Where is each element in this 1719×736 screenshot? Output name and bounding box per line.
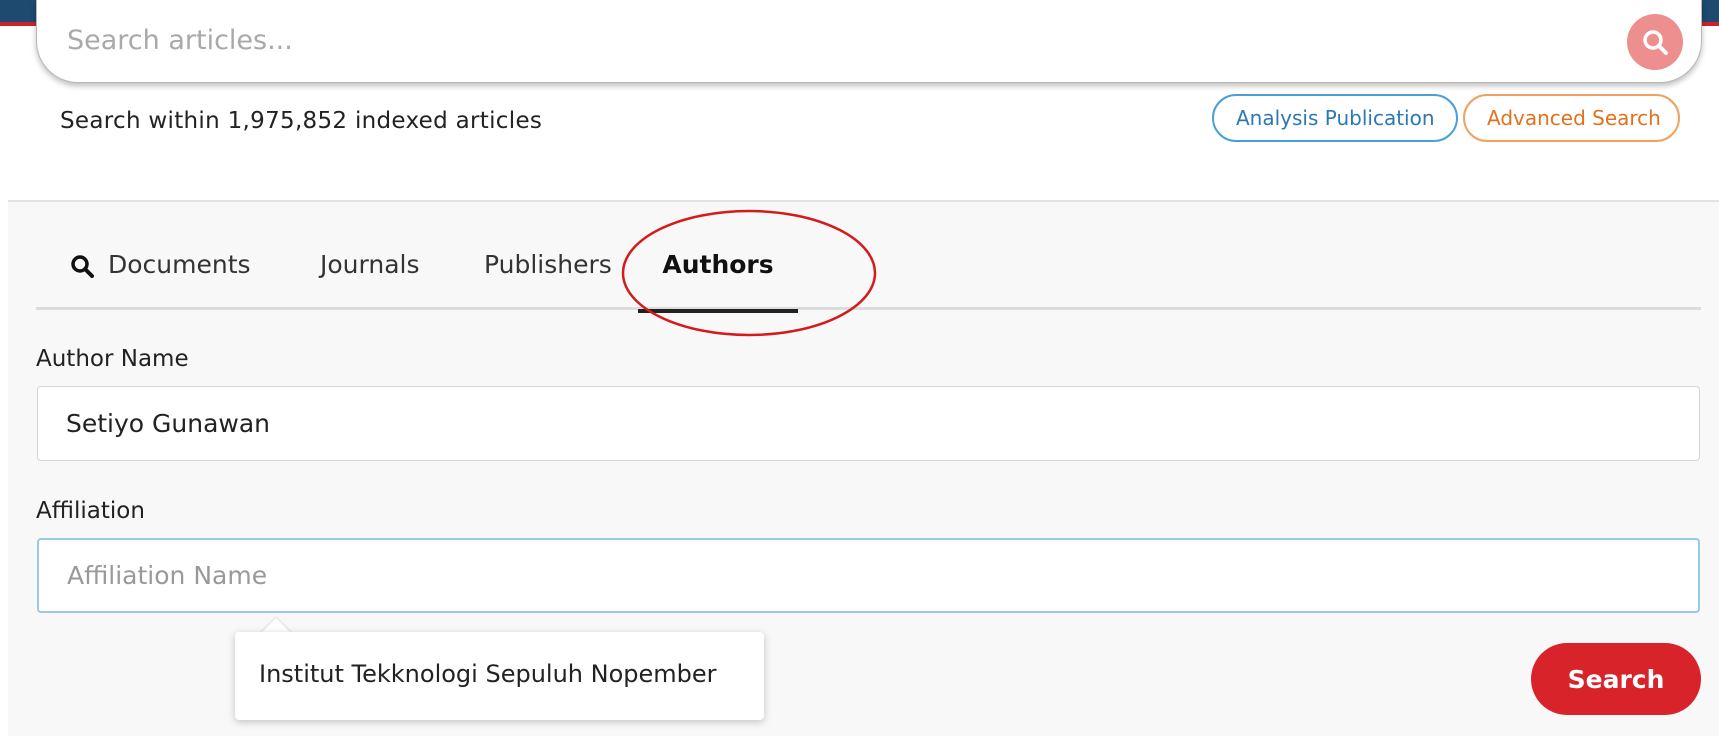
analysis-publication-button[interactable]: Analysis Publication — [1212, 94, 1458, 142]
tab-label: Publishers — [484, 250, 612, 279]
search-input[interactable] — [67, 14, 1567, 66]
author-name-input[interactable] — [37, 386, 1700, 461]
tab-authors[interactable]: Authors — [638, 246, 798, 313]
search-icon — [71, 255, 94, 278]
search-button[interactable]: Search — [1531, 643, 1701, 715]
affiliation-label: Affiliation — [36, 498, 145, 524]
tab-label: Documents — [108, 250, 251, 279]
indexed-articles-info: Search within 1,975,852 indexed articles — [60, 108, 543, 134]
tab-label: Journals — [320, 250, 420, 279]
affiliation-input[interactable] — [37, 538, 1700, 613]
tab-label: Authors — [662, 250, 774, 279]
tab-publishers[interactable]: Publishers — [484, 246, 612, 310]
tab-journals[interactable]: Journals — [320, 246, 420, 310]
page: Search within 1,975,852 indexed articles… — [0, 0, 1719, 736]
active-tab-indicator — [638, 309, 798, 313]
search-bar — [36, 0, 1702, 83]
search-submit-button[interactable] — [1627, 14, 1683, 70]
tab-documents[interactable]: Documents — [70, 246, 251, 310]
advanced-search-button[interactable]: Advanced Search — [1463, 94, 1680, 142]
search-tabs: Documents Journals Publishers Authors — [36, 246, 1701, 313]
author-name-label: Author Name — [36, 346, 189, 372]
search-icon — [1643, 30, 1668, 55]
affiliation-suggestion-item[interactable]: Institut Tekknologi Sepuluh Nopember — [235, 632, 764, 720]
